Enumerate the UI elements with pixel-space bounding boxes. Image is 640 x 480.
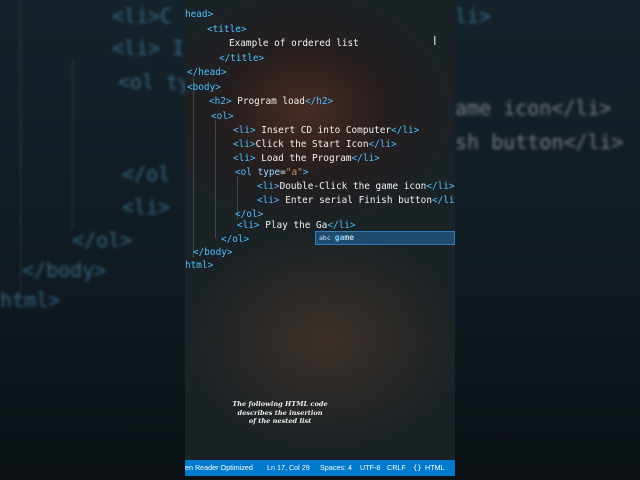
blurred-background-right: li> ame icon</li> sh button</li> [455,0,640,480]
code-line: </title> [219,53,265,64]
cursor-position[interactable]: Ln 17, Col 29 [267,460,310,476]
code-line: <body> [187,82,221,93]
code-line: html> [185,260,214,271]
code-line: <title> [207,24,247,35]
blurred-background-left: <li>C <li> I <ol ty </ol <li> </ol> </bo… [0,0,185,480]
code-line: <li>Double-Click the game icon</li> [257,181,455,192]
text-cursor-icon: I [433,34,437,48]
suggestion-rest: me [344,233,355,242]
caption-line: of the nested list [248,417,312,425]
indentation-setting[interactable]: Spaces: 4 [320,460,352,476]
code-line: <h2> Program load</h2> [209,96,334,107]
caption-line: describes the insertion [237,408,323,417]
bg-code-line: <li>C [112,4,173,28]
indent-guide [193,78,194,258]
bg-code-line: ame icon</li> [455,96,612,120]
bg-code-line: sh button</li> [455,130,624,154]
code-line: <li> Insert CD into Computer</li> [233,125,420,136]
encoding-setting[interactable]: UTF-8 [360,460,380,476]
code-line: </ol> [221,234,250,245]
screen-reader-status[interactable]: een Reader Optimized [185,460,253,476]
code-line: Example of ordered list [229,38,359,49]
bg-code-line: </body> [22,258,107,282]
bg-code-line: </ol> [72,228,133,252]
code-line: </head> [187,67,227,78]
suggestion-match: ga [334,233,345,242]
text-suggestion-icon: abc [319,234,331,242]
indent-guide [215,120,216,238]
language-mode[interactable]: HTML [425,460,445,476]
bg-code-line: <li> I [112,36,185,60]
indent-guide [72,60,73,230]
eol-setting[interactable]: CRLF [387,460,406,476]
code-line: <li> Load the Program</li> [233,153,380,164]
bg-code-line: </ol [122,162,171,186]
autocomplete-suggestion[interactable]: abc game [315,231,455,245]
code-line: </body> [193,247,233,258]
code-line: <ol type="a"> [235,167,309,178]
code-line: <li> Enter serial Finish button</li> [257,195,455,206]
indent-guide [20,0,21,300]
status-bar: een Reader Optimized Ln 17, Col 29 Space… [185,460,455,476]
bg-code-line: <ol ty [118,70,185,94]
bg-code-line: html> [0,288,61,312]
bg-code-line: <li> [122,195,171,219]
caption-line: The following HTML code [232,400,328,408]
video-caption: The following HTML code describes the in… [225,400,335,426]
braces-icon: {} [413,463,422,472]
code-line: <li>Click the Start Icon</li> [233,139,397,150]
code-line: <ol> [211,111,234,122]
bottom-edge [185,476,455,480]
code-line: head> [185,9,214,20]
bg-code-line: li> [455,4,492,28]
